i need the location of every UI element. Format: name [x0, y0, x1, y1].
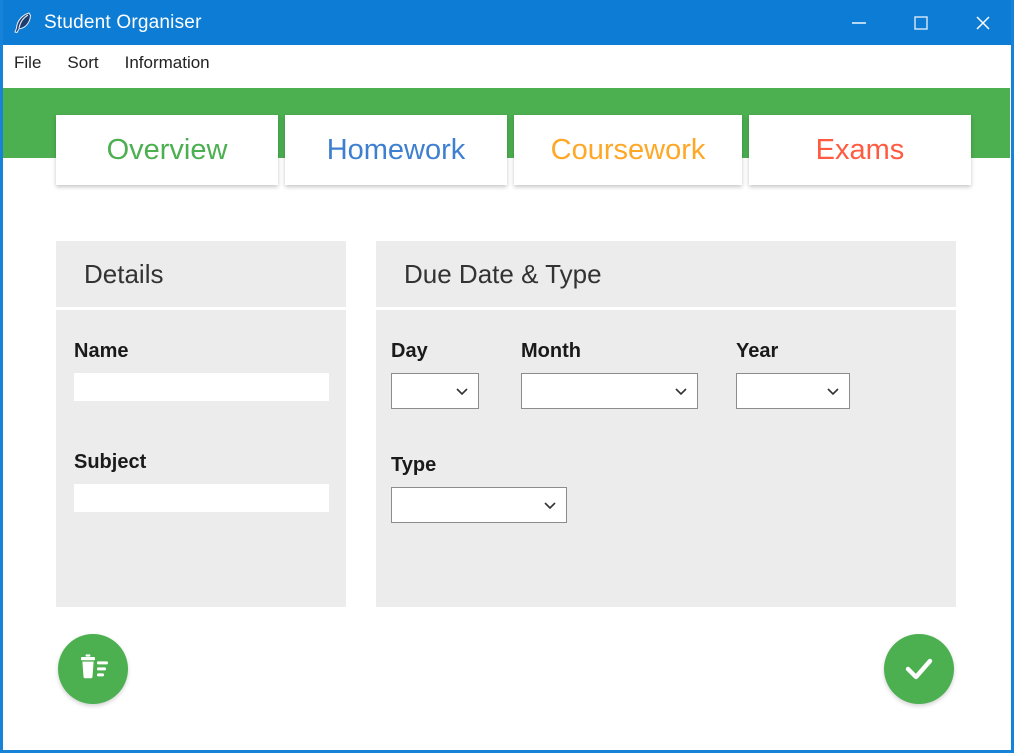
- app-window: Student Organiser File Sort Information …: [0, 0, 1014, 753]
- subject-label: Subject: [74, 451, 147, 473]
- day-dropdown[interactable]: [391, 373, 479, 409]
- chevron-down-icon: [544, 502, 556, 510]
- date-row: Day Month Year: [391, 340, 956, 409]
- month-dropdown[interactable]: [521, 373, 698, 409]
- chevron-down-icon: [675, 388, 687, 396]
- details-panel-title: Details: [84, 258, 164, 289]
- due-date-panel-title: Due Date & Type: [404, 258, 602, 289]
- tab-coursework-label: Coursework: [550, 133, 706, 166]
- day-field-group: Day: [391, 340, 521, 409]
- type-field-group: Type: [391, 454, 956, 523]
- month-label: Month: [521, 340, 581, 362]
- month-field-group: Month: [521, 340, 736, 409]
- details-panel-body: Name Subject: [56, 310, 346, 607]
- tab-coursework[interactable]: Coursework: [514, 115, 742, 185]
- window-controls: [828, 0, 1011, 45]
- menu-bar: File Sort Information: [3, 45, 1011, 81]
- type-label: Type: [391, 454, 437, 476]
- due-date-panel-body: Day Month Year Type: [376, 310, 956, 607]
- feather-icon: [10, 9, 36, 37]
- details-panel: Details Name Subject: [56, 241, 346, 607]
- menu-item-sort[interactable]: Sort: [67, 53, 98, 73]
- delete-icon: [81, 654, 108, 679]
- details-panel-header: Details: [56, 241, 346, 307]
- tab-overview[interactable]: Overview: [56, 115, 278, 185]
- name-label: Name: [74, 340, 129, 362]
- menu-item-information[interactable]: Information: [125, 53, 210, 73]
- delete-button[interactable]: [58, 634, 128, 704]
- year-field-group: Year: [736, 340, 896, 409]
- tab-overview-label: Overview: [106, 133, 228, 166]
- due-date-panel-header: Due Date & Type: [376, 241, 956, 307]
- confirm-button[interactable]: [884, 634, 954, 704]
- tab-exams-label: Exams: [815, 133, 905, 166]
- tab-homework-label: Homework: [326, 133, 466, 166]
- window-title: Student Organiser: [44, 11, 202, 33]
- field-spacer: [74, 401, 326, 451]
- close-button[interactable]: [952, 0, 1011, 45]
- minimize-button[interactable]: [828, 0, 890, 45]
- check-icon: [905, 658, 933, 680]
- day-label: Day: [391, 340, 428, 362]
- chevron-down-icon: [456, 388, 468, 396]
- menu-item-file[interactable]: File: [14, 53, 41, 73]
- year-label: Year: [736, 340, 779, 362]
- name-input[interactable]: [74, 373, 329, 401]
- maximize-button[interactable]: [890, 0, 952, 45]
- type-dropdown[interactable]: [391, 487, 567, 523]
- due-date-panel: Due Date & Type Day Month Year Type: [376, 241, 956, 607]
- chevron-down-icon: [827, 388, 839, 396]
- tab-homework[interactable]: Homework: [285, 115, 507, 185]
- year-dropdown[interactable]: [736, 373, 850, 409]
- tab-bar: Overview Homework Coursework Exams: [56, 115, 971, 185]
- subject-input[interactable]: [74, 484, 329, 512]
- tab-exams[interactable]: Exams: [749, 115, 971, 185]
- title-bar: Student Organiser: [3, 0, 1011, 45]
